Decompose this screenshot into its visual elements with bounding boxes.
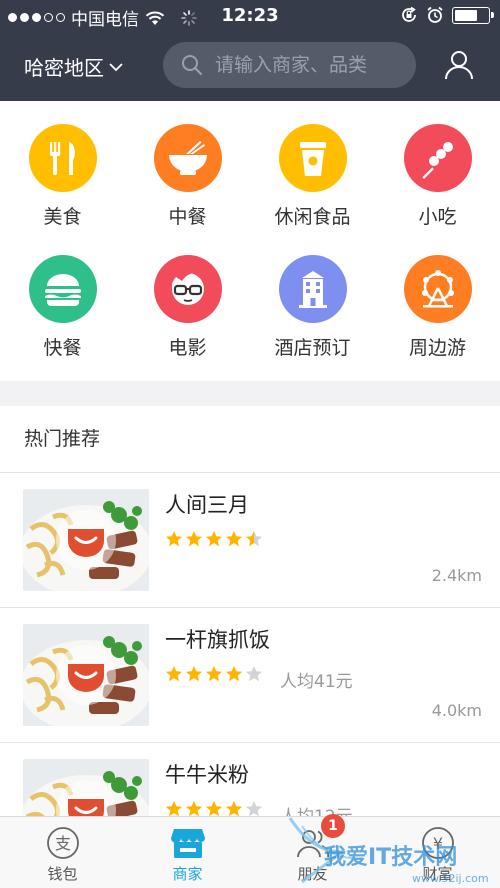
hotel-building-icon (278, 255, 347, 323)
svg-text:¥: ¥ (432, 834, 442, 853)
alipay-icon: 支 (46, 827, 79, 859)
yen-icon: ¥ (421, 827, 454, 859)
tab-wealth[interactable]: ¥ 财富 (375, 817, 500, 888)
category-label: 快餐 (43, 337, 82, 359)
glasses-face-icon (153, 255, 222, 323)
tab-merchants[interactable]: 商家 (125, 817, 250, 888)
rotation-lock-icon (402, 6, 416, 22)
category-grid: 美食 中餐 休闲食品 小吃 快餐 电影 酒店预订 周边游 (0, 101, 500, 381)
category-label: 休闲食品 (274, 206, 351, 228)
average-price: 人均41元 (280, 672, 353, 692)
tab-friends[interactable]: 朋友 (250, 817, 375, 888)
region-selector[interactable]: 哈密地区 (24, 52, 124, 81)
star-icon (185, 530, 203, 547)
user-profile-icon[interactable] (443, 49, 475, 81)
star-icon (225, 665, 243, 682)
category-movie[interactable]: 电影 (125, 255, 250, 360)
average-price: 人均12元 (280, 802, 353, 816)
star-rating (165, 800, 263, 816)
merchant-thumbnail (23, 624, 149, 726)
star-icon (205, 800, 223, 816)
tab-wallet[interactable]: 支 钱包 (0, 817, 125, 888)
star-rating (165, 665, 263, 683)
status-bar: 中国电信 12:23 (0, 0, 500, 32)
search-icon (182, 55, 203, 76)
category-label: 中餐 (168, 206, 207, 228)
star-icon (245, 800, 263, 816)
star-icon (245, 665, 263, 682)
svg-text:支: 支 (54, 834, 70, 853)
star-icon (185, 800, 203, 816)
tab-label: 朋友 (297, 865, 328, 883)
star-icon (225, 800, 243, 816)
category-fastfood[interactable]: 快餐 (0, 255, 125, 360)
star-icon (205, 665, 223, 682)
merchant-name: 牛牛米粉 (165, 763, 249, 787)
category-label: 周边游 (408, 337, 466, 359)
category-label: 小吃 (418, 206, 457, 228)
skewer-icon (403, 124, 472, 192)
category-food[interactable]: 美食 (0, 124, 125, 229)
ferris-wheel-icon (403, 255, 472, 323)
status-right (400, 6, 494, 24)
battery-icon (452, 6, 494, 24)
category-snacks[interactable]: 小吃 (375, 124, 500, 229)
region-label: 哈密地区 (24, 56, 104, 80)
category-label: 电影 (168, 337, 207, 359)
tab-label: 财富 (422, 865, 453, 883)
category-label: 酒店预订 (274, 337, 351, 359)
list-item[interactable]: 一杆旗抓饭 人均41元 4.0km (0, 608, 500, 743)
star-icon (165, 800, 183, 816)
star-icon (185, 665, 203, 682)
merchant-name: 一杆旗抓饭 (165, 628, 270, 652)
bowl-chopsticks-icon (153, 124, 222, 192)
star-rating (165, 530, 263, 548)
search-bar[interactable] (163, 42, 416, 88)
fork-knife-icon (28, 124, 97, 192)
merchant-thumbnail (23, 489, 149, 591)
star-icon (165, 665, 183, 682)
star-icon (165, 530, 183, 547)
battery-level (455, 9, 477, 21)
category-nearby-travel[interactable]: 周边游 (375, 255, 500, 360)
shop-icon (170, 829, 205, 858)
hot-recommendations: 热门推荐 人间三月 2.4km 一杆旗抓饭 人均41元 4.0km 牛牛米粉 人… (0, 406, 500, 816)
category-chinese[interactable]: 中餐 (125, 124, 250, 229)
tab-label: 钱包 (47, 865, 78, 883)
section-title: 热门推荐 (0, 406, 500, 473)
distance: 4.0km (431, 701, 482, 720)
merchant-name: 人间三月 (165, 493, 249, 517)
top-header: 哈密地区 (0, 32, 500, 101)
search-input[interactable] (215, 54, 405, 76)
burger-icon (28, 255, 97, 323)
chevron-down-icon (109, 62, 123, 71)
star-icon (225, 530, 243, 547)
distance: 2.4km (431, 566, 482, 585)
category-label: 美食 (43, 206, 82, 228)
category-snackfood[interactable]: 休闲食品 (250, 124, 375, 229)
star-icon (205, 530, 223, 547)
list-item[interactable]: 人间三月 2.4km (0, 473, 500, 608)
bottom-tab-bar: 支 钱包 商家 朋友 ¥ 财富 (0, 816, 500, 888)
merchant-thumbnail (23, 759, 149, 816)
star-icon (245, 530, 263, 547)
list-item[interactable]: 牛牛米粉 人均12元 (0, 743, 500, 816)
notification-badge: 1 (321, 814, 345, 838)
alarm-icon (427, 6, 443, 23)
category-hotel[interactable]: 酒店预订 (250, 255, 375, 360)
drink-cup-icon (278, 124, 347, 192)
tab-label: 商家 (172, 865, 203, 883)
